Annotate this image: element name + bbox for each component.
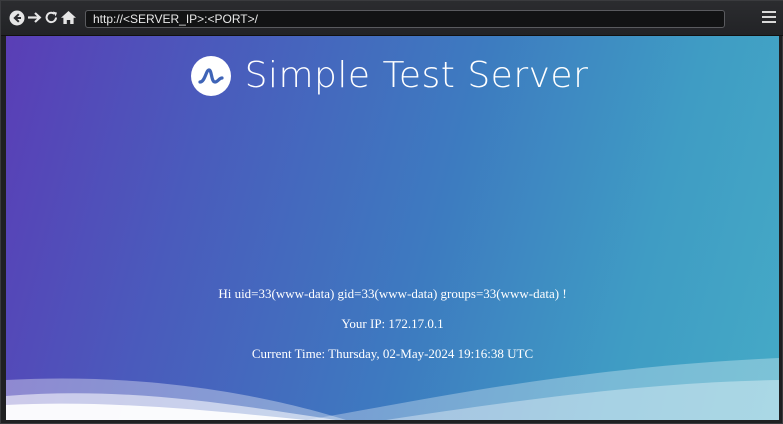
page-title: Simple Test Server	[244, 55, 589, 96]
page-viewport: Simple Test Server Hi uid=33(www-data) g…	[6, 36, 779, 420]
menu-icon[interactable]	[762, 11, 776, 24]
forward-icon[interactable]	[26, 9, 43, 26]
page-header: Simple Test Server	[6, 56, 779, 96]
back-icon[interactable]	[8, 9, 25, 26]
ip-text: Your IP: 172.17.0.1	[341, 316, 444, 331]
greeting-text: Hi uid=33(www-data) gid=33(www-data) gro…	[218, 286, 567, 301]
reload-icon[interactable]	[43, 9, 60, 26]
browser-window: http://<SERVER_IP>:<PORT>/ Simple Test S…	[0, 0, 783, 424]
browser-toolbar: http://<SERVER_IP>:<PORT>/	[1, 1, 783, 36]
time-text: Current Time: Thursday, 02-May-2024 19:1…	[251, 346, 534, 361]
address-bar[interactable]: http://<SERVER_IP>:<PORT>/	[85, 10, 725, 28]
home-icon[interactable]	[60, 9, 77, 26]
logo-icon	[190, 56, 231, 96]
